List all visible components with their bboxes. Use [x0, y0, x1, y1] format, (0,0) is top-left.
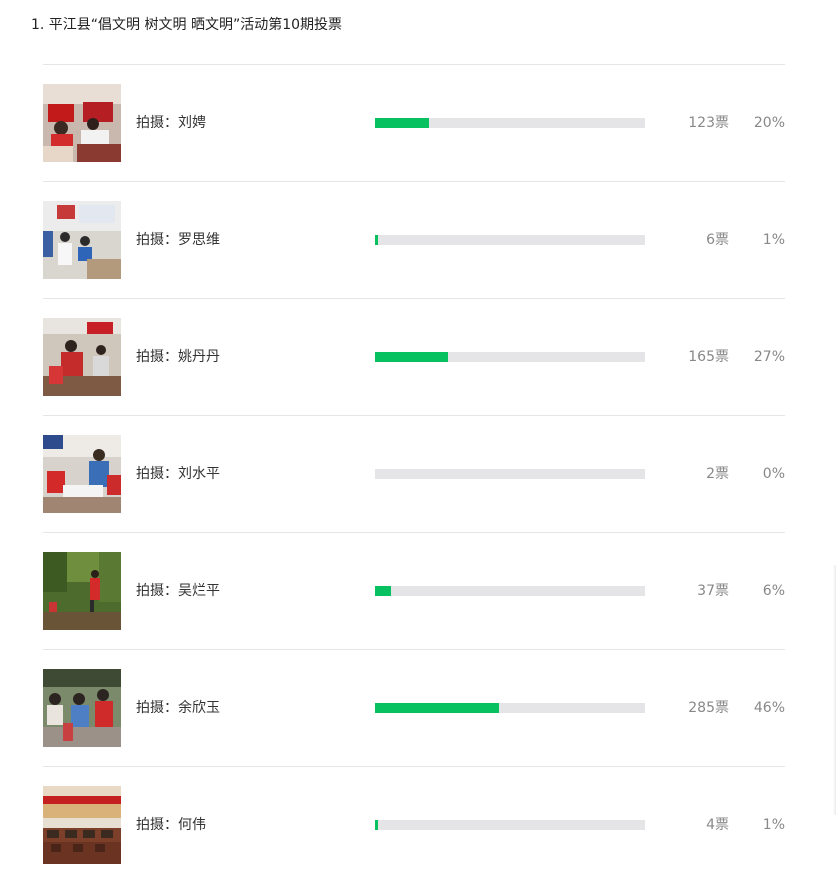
vote-progress-fill: [375, 118, 429, 128]
vote-progress-fill: [375, 235, 378, 245]
vote-progress-fill: [375, 586, 392, 596]
vote-count: 123票: [688, 115, 729, 131]
option-label: 拍摄：余欣玉: [136, 700, 220, 716]
vote-progress-bar: [375, 352, 645, 362]
poll-option[interactable]: 拍摄：姚丹丹 165票 27%: [43, 298, 785, 415]
option-photo[interactable]: [43, 84, 121, 162]
option-label: 拍摄：刘水平: [136, 466, 220, 482]
vote-percent: 6%: [762, 583, 785, 599]
option-photo[interactable]: [43, 318, 121, 396]
vote-progress-bar: [375, 118, 645, 128]
vote-percent: 46%: [753, 700, 785, 716]
poll-option[interactable]: 拍摄：吴烂平 37票 6%: [43, 532, 785, 649]
option-photo[interactable]: [43, 435, 121, 513]
vote-percent: 1%: [762, 232, 785, 248]
vote-progress-fill: [375, 703, 500, 713]
vote-percent: 20%: [753, 115, 785, 131]
option-label: 拍摄：何伟: [136, 817, 206, 833]
vote-percent: 27%: [753, 349, 785, 365]
option-label: 拍摄：姚丹丹: [136, 349, 220, 365]
vote-count: 6票: [706, 232, 729, 248]
poll-option[interactable]: 拍摄：余欣玉 285票 46%: [43, 649, 785, 766]
poll-title: 1. 平江县“倡文明 树文明 晒文明”活动第10期投票: [31, 17, 343, 33]
vote-progress-bar: [375, 235, 645, 245]
option-photo[interactable]: [43, 201, 121, 279]
vote-percent: 0%: [762, 466, 785, 482]
option-photo[interactable]: [43, 669, 121, 747]
vote-count: 285票: [688, 700, 729, 716]
option-label: 拍摄：刘娉: [136, 115, 206, 131]
vote-progress-bar: [375, 469, 645, 479]
vote-count: 37票: [697, 583, 729, 599]
vote-percent: 1%: [762, 817, 785, 833]
vote-progress-bar: [375, 703, 645, 713]
option-photo[interactable]: [43, 552, 121, 630]
vote-progress-bar: [375, 586, 645, 596]
vote-count: 4票: [706, 817, 729, 833]
option-photo[interactable]: [43, 786, 121, 864]
poll-option[interactable]: 拍摄：刘水平 2票 0%: [43, 415, 785, 532]
vote-progress-fill: [375, 820, 378, 830]
vote-count: 2票: [706, 466, 729, 482]
poll-option[interactable]: 拍摄：刘娉 123票 20%: [43, 64, 785, 181]
option-label: 拍摄：罗思维: [136, 232, 220, 248]
option-label: 拍摄：吴烂平: [136, 583, 220, 599]
vote-count: 165票: [688, 349, 729, 365]
vote-progress-bar: [375, 820, 645, 830]
poll-option[interactable]: 拍摄：罗思维 6票 1%: [43, 181, 785, 298]
vote-progress-fill: [375, 352, 448, 362]
poll-option[interactable]: 拍摄：何伟 4票 1%: [43, 766, 785, 883]
poll-options-list: 拍摄：刘娉 123票 20% 拍摄：罗思维 6票 1% 拍摄：姚丹丹 165票 …: [43, 64, 785, 883]
